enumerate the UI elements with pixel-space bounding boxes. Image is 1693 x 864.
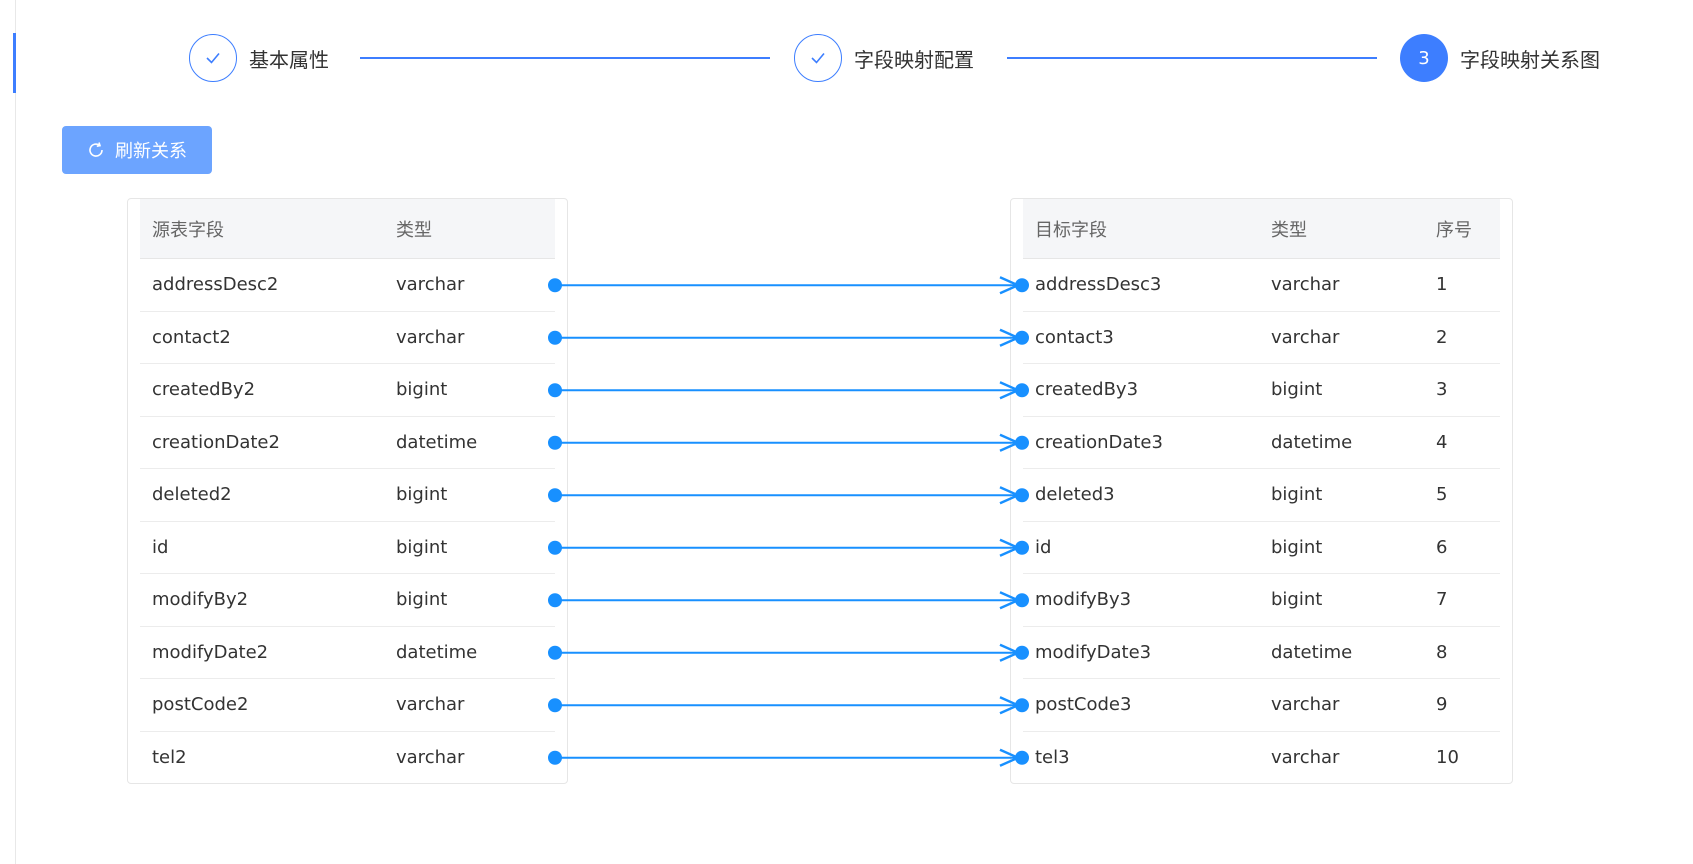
target-field-name: contact3	[1035, 326, 1114, 348]
target-field-type: bigint	[1271, 536, 1323, 558]
source-field-type: varchar	[396, 747, 465, 769]
target-field-name: createdBy3	[1035, 379, 1139, 401]
source-field-type: datetime	[396, 641, 478, 663]
column-header-seq: 序号	[1436, 219, 1472, 241]
source-field-name: deleted2	[152, 484, 232, 506]
target-field-name: postCode3	[1035, 694, 1132, 716]
source-field-type: bigint	[396, 379, 448, 401]
source-field-row[interactable]: postCode2 varchar	[140, 679, 555, 732]
source-field-name: contact2	[152, 326, 231, 348]
source-field-row[interactable]: modifyBy2 bigint	[140, 574, 555, 627]
source-field-name: addressDesc2	[152, 274, 279, 296]
target-field-seq: 3	[1436, 379, 1448, 401]
column-header-source-field: 源表字段	[152, 219, 224, 241]
target-field-type: bigint	[1271, 589, 1323, 611]
target-field-seq: 9	[1436, 694, 1448, 716]
target-field-row[interactable]: contact3 varchar 2	[1023, 312, 1500, 364]
target-field-type: varchar	[1271, 326, 1340, 348]
target-field-seq: 2	[1436, 326, 1448, 348]
target-field-name: modifyBy3	[1035, 589, 1132, 611]
source-field-type: datetime	[396, 431, 478, 453]
target-field-seq: 4	[1436, 431, 1448, 453]
column-header-type: 类型	[396, 219, 432, 241]
source-field-row[interactable]: addressDesc2 varchar	[140, 259, 555, 312]
target-field-type: bigint	[1271, 484, 1323, 506]
target-field-name: creationDate3	[1035, 431, 1163, 453]
source-field-type: varchar	[396, 326, 465, 348]
source-field-name: id	[152, 536, 169, 558]
step-field-mapping-graph[interactable]: 3 字段映射关系图	[1400, 33, 1600, 83]
source-field-type: bigint	[396, 589, 448, 611]
target-field-row[interactable]: createdBy3 bigint 3	[1023, 364, 1500, 417]
refresh-label: 刷新关系	[115, 141, 187, 162]
source-field-row[interactable]: contact2 varchar	[140, 312, 555, 364]
step-label: 字段映射配置	[854, 47, 974, 72]
step-label: 字段映射关系图	[1460, 47, 1600, 72]
column-header-type: 类型	[1271, 219, 1307, 241]
source-field-name: postCode2	[152, 694, 249, 716]
target-field-name: addressDesc3	[1035, 274, 1162, 296]
source-table: 源表字段 类型 addressDesc2 varchar contact2 varch…	[127, 198, 568, 784]
source-field-name: modifyDate2	[152, 641, 269, 663]
source-field-type: bigint	[396, 536, 448, 558]
target-field-seq: 6	[1436, 536, 1448, 558]
target-table: 目标字段 类型 序号 addressDesc3 varchar 1 contact3 v…	[1010, 198, 1513, 784]
check-icon	[794, 34, 842, 82]
source-field-row[interactable]: modifyDate2 datetime	[140, 627, 555, 679]
source-field-type: varchar	[396, 274, 465, 296]
source-field-type: bigint	[396, 484, 448, 506]
left-rail-indicator	[13, 33, 16, 93]
source-field-row[interactable]: creationDate2 datetime	[140, 417, 555, 469]
target-field-name: id	[1035, 536, 1052, 558]
target-field-type: bigint	[1271, 379, 1323, 401]
column-header-target-field: 目标字段	[1035, 219, 1107, 241]
target-field-seq: 1	[1436, 274, 1448, 296]
source-field-name: createdBy2	[152, 379, 256, 401]
step-basic-properties[interactable]: 基本属性	[189, 33, 329, 83]
target-field-row[interactable]: addressDesc3 varchar 1	[1023, 259, 1500, 312]
target-table-header: 目标字段 类型 序号	[1023, 199, 1500, 259]
target-field-name: deleted3	[1035, 484, 1115, 506]
source-field-name: modifyBy2	[152, 589, 249, 611]
source-field-row[interactable]: id bigint	[140, 522, 555, 574]
target-field-seq: 5	[1436, 484, 1448, 506]
step-field-mapping-config[interactable]: 字段映射配置	[794, 33, 974, 83]
target-field-type: varchar	[1271, 274, 1340, 296]
source-field-row[interactable]: deleted2 bigint	[140, 469, 555, 522]
step-number: 3	[1400, 34, 1448, 82]
source-table-header: 源表字段 类型	[140, 199, 555, 259]
target-field-seq: 8	[1436, 641, 1448, 663]
target-field-row[interactable]: deleted3 bigint 5	[1023, 469, 1500, 522]
source-field-name: tel2	[152, 747, 187, 769]
step-connector	[360, 57, 770, 59]
step-connector	[1007, 57, 1377, 59]
target-field-row[interactable]: modifyBy3 bigint 7	[1023, 574, 1500, 627]
target-field-type: varchar	[1271, 747, 1340, 769]
check-icon	[189, 34, 237, 82]
target-field-type: datetime	[1271, 641, 1353, 663]
target-field-row[interactable]: postCode3 varchar 9	[1023, 679, 1500, 732]
target-field-seq: 10	[1436, 747, 1459, 769]
target-field-row[interactable]: id bigint 6	[1023, 522, 1500, 574]
source-field-row[interactable]: createdBy2 bigint	[140, 364, 555, 417]
source-field-name: creationDate2	[152, 431, 280, 453]
target-field-name: modifyDate3	[1035, 641, 1152, 663]
target-field-row[interactable]: tel3 varchar 10	[1023, 732, 1500, 785]
target-field-row[interactable]: modifyDate3 datetime 8	[1023, 627, 1500, 679]
step-label: 基本属性	[249, 47, 329, 72]
target-field-seq: 7	[1436, 589, 1448, 611]
left-rail	[15, 0, 16, 864]
refresh-relations-button[interactable]: 刷新关系	[62, 126, 212, 174]
page-root: 基本属性 字段映射配置 3 字段映射关系图 刷新关系 源表字段 类型 addre…	[0, 0, 1693, 864]
source-field-row[interactable]: tel2 varchar	[140, 732, 555, 785]
refresh-icon	[89, 142, 103, 157]
target-field-row[interactable]: creationDate3 datetime 4	[1023, 417, 1500, 469]
target-field-type: varchar	[1271, 694, 1340, 716]
target-field-name: tel3	[1035, 747, 1070, 769]
target-field-type: datetime	[1271, 431, 1353, 453]
source-field-type: varchar	[396, 694, 465, 716]
